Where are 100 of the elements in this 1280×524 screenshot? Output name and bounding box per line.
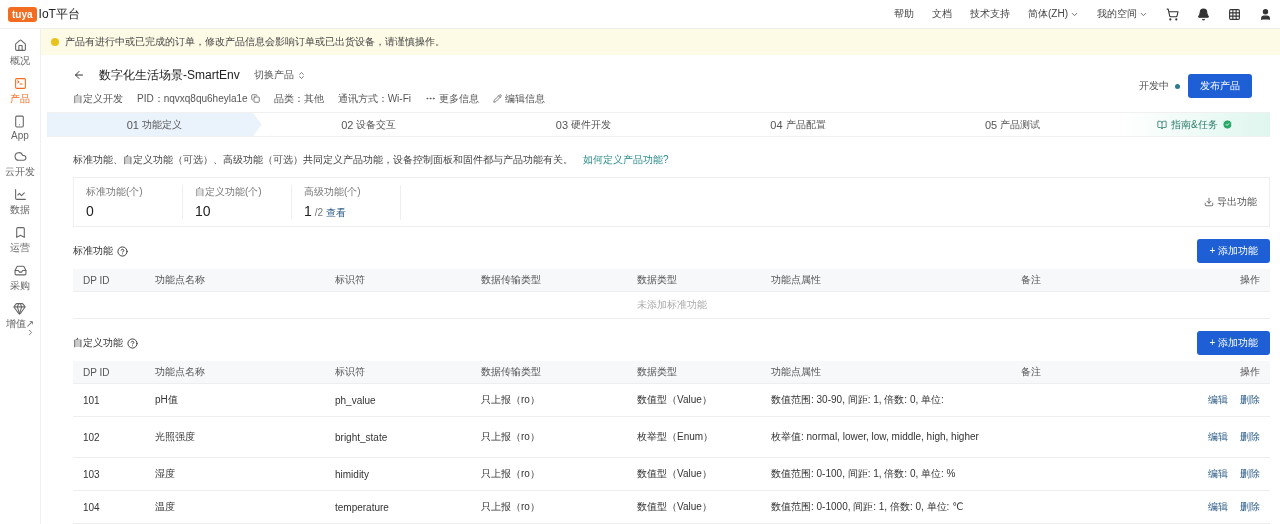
add-function-button[interactable]: + 添加功能 bbox=[1197, 331, 1270, 355]
top-nav-link[interactable]: 我的空间 bbox=[1097, 7, 1148, 21]
column-header: 标识符 bbox=[335, 365, 366, 379]
help-icon[interactable] bbox=[127, 337, 138, 349]
product-meta: 品类：其他 bbox=[273, 91, 324, 106]
action-link[interactable]: 删除 bbox=[1240, 393, 1260, 407]
table-cell-text: 只上报（ro） bbox=[481, 467, 541, 481]
view-link[interactable]: 查看 bbox=[326, 205, 347, 220]
copy-icon[interactable] bbox=[250, 94, 260, 104]
top-nav-link[interactable]: 技术支持 bbox=[970, 7, 1010, 21]
table-cell-text: 枚举型（Enum） bbox=[637, 430, 715, 444]
table-cell-text: 数值范围: 30-90, 间距: 1, 倍数: 0, 单位: bbox=[771, 393, 945, 407]
export-link[interactable]: 导出功能 bbox=[1204, 195, 1257, 210]
sidebar-item[interactable]: 云开发 bbox=[5, 150, 35, 179]
back-arrow-icon[interactable] bbox=[73, 69, 85, 82]
status-label: 开发中 bbox=[1139, 79, 1169, 94]
download-icon bbox=[1204, 197, 1214, 208]
column-header: 操作 bbox=[1239, 273, 1260, 287]
table-cell-text: 只上报（ro） bbox=[481, 500, 541, 514]
column-header: 功能点名称 bbox=[155, 365, 206, 379]
column-header: 功能点名称 bbox=[155, 273, 206, 287]
column-header: 备注 bbox=[1021, 365, 1042, 379]
section-title: 自定义功能 bbox=[73, 336, 123, 350]
help-icon[interactable] bbox=[117, 245, 128, 257]
step-tab[interactable]: 01 功能定义 bbox=[47, 112, 262, 137]
table-cell-text: pH值 bbox=[155, 393, 179, 407]
table-cell-text: 只上报（ro） bbox=[481, 430, 541, 444]
stat-label: 高级功能(个) bbox=[304, 184, 362, 199]
action-link[interactable]: 删除 bbox=[1240, 430, 1260, 444]
stat-value: 0 bbox=[86, 203, 94, 220]
edit-info-link[interactable]: 编辑信息 bbox=[492, 91, 545, 106]
product-name: 数字化生活场景-SmartEnv bbox=[99, 66, 240, 84]
top-nav-link[interactable]: 帮助 bbox=[894, 7, 914, 21]
sidebar-item[interactable]: 数据 bbox=[10, 188, 30, 217]
sidebar-item[interactable]: 概况 bbox=[10, 39, 30, 68]
sidebar-item[interactable]: 运营 bbox=[10, 226, 30, 255]
table-cell-text: 光照强度 bbox=[155, 430, 196, 444]
inbox-icon bbox=[13, 264, 27, 277]
stat-total: /2 bbox=[314, 206, 324, 218]
cart-icon[interactable] bbox=[1166, 7, 1179, 21]
book-icon bbox=[1157, 119, 1168, 130]
sidebar-item[interactable]: App bbox=[11, 115, 29, 141]
action-link[interactable]: 删除 bbox=[1240, 467, 1260, 481]
table-cell-text: bright_state bbox=[335, 431, 389, 443]
table-cell-text: 数值型（Value） bbox=[637, 467, 713, 481]
phone-icon bbox=[13, 115, 27, 128]
more-info-link[interactable]: 更多信息 bbox=[424, 91, 479, 106]
sort-arrows-icon bbox=[296, 70, 306, 80]
bookmark-icon bbox=[13, 226, 27, 239]
table-cell-text: ph_value bbox=[335, 394, 377, 406]
column-header: DP ID bbox=[83, 274, 111, 286]
top-nav-link[interactable]: 简体(ZH) bbox=[1028, 7, 1079, 21]
column-header: 操作 bbox=[1239, 365, 1260, 379]
chart-icon bbox=[13, 188, 27, 201]
column-header: 数据类型 bbox=[637, 365, 678, 379]
switch-product-link[interactable]: 切换产品 bbox=[253, 68, 306, 83]
platform-title: IoT平台 bbox=[38, 5, 80, 23]
gem-icon bbox=[13, 302, 27, 315]
table-cell-text: 102 bbox=[83, 431, 101, 443]
pencil-icon bbox=[492, 94, 502, 104]
add-function-button[interactable]: + 添加功能 bbox=[1197, 239, 1270, 263]
sidebar-item[interactable]: 增值↗ bbox=[5, 302, 35, 331]
action-link[interactable]: 编辑 bbox=[1208, 500, 1228, 514]
stat-label: 标准功能(个) bbox=[86, 185, 144, 200]
empty-text: 未添加标准功能 bbox=[636, 298, 707, 312]
cloud-icon bbox=[13, 150, 27, 163]
table-cell-text: 104 bbox=[83, 501, 101, 513]
table-cell-text: 湿度 bbox=[155, 467, 176, 481]
table-cell-text: temperature bbox=[335, 501, 390, 513]
table-cell-text: 数值范围: 0-100, 间距: 1, 倍数: 0, 单位: % bbox=[771, 467, 957, 481]
column-header: 数据传输类型 bbox=[481, 365, 542, 379]
action-link[interactable]: 删除 bbox=[1240, 500, 1260, 514]
table-cell-text: 数值范围: 0-1000, 间距: 1, 倍数: 0, 单位: ℃ bbox=[771, 500, 965, 514]
table-cell-text: himidity bbox=[335, 468, 370, 480]
table-cell-text: 数值型（Value） bbox=[637, 393, 713, 407]
description-text: 标准功能、自定义功能（可选）、高级功能（可选）共同定义产品功能，设备控制面板和固件都与产品功能有关。 bbox=[73, 153, 573, 168]
section-title: 标准功能 bbox=[73, 244, 113, 258]
publish-button[interactable]: 发布产品 bbox=[1188, 74, 1252, 99]
product-meta: PID：nqvxq8qu6heyla1e bbox=[137, 91, 260, 106]
column-header: 数据传输类型 bbox=[481, 273, 542, 287]
action-link[interactable]: 编辑 bbox=[1208, 430, 1228, 444]
apps-grid-icon[interactable] bbox=[1228, 7, 1241, 21]
help-link[interactable]: 如何定义产品功能? bbox=[583, 153, 669, 168]
table-cell-text: 只上报（ro） bbox=[481, 393, 541, 407]
top-nav-link[interactable]: 文档 bbox=[932, 7, 952, 21]
sidebar-item[interactable]: 采购 bbox=[10, 264, 30, 293]
terminal-icon bbox=[13, 77, 27, 90]
stat-value: 10 bbox=[195, 203, 211, 220]
notice-text: 产品有进行中或已完成的订单，修改产品信息会影响订单或已出货设备，请谨慎操作。 bbox=[65, 34, 445, 49]
bell-icon[interactable] bbox=[1197, 7, 1210, 21]
table-cell-text: 101 bbox=[83, 394, 101, 406]
product-meta: 自定义开发 bbox=[73, 91, 123, 106]
warning-dot bbox=[51, 37, 59, 46]
table-cell-text: 温度 bbox=[155, 500, 176, 514]
action-link[interactable]: 编辑 bbox=[1208, 393, 1228, 407]
action-link[interactable]: 编辑 bbox=[1208, 467, 1228, 481]
column-header: 备注 bbox=[1021, 273, 1042, 287]
home-icon bbox=[13, 39, 27, 52]
stat-label: 自定义功能(个) bbox=[195, 185, 263, 200]
user-icon[interactable] bbox=[1259, 7, 1272, 21]
